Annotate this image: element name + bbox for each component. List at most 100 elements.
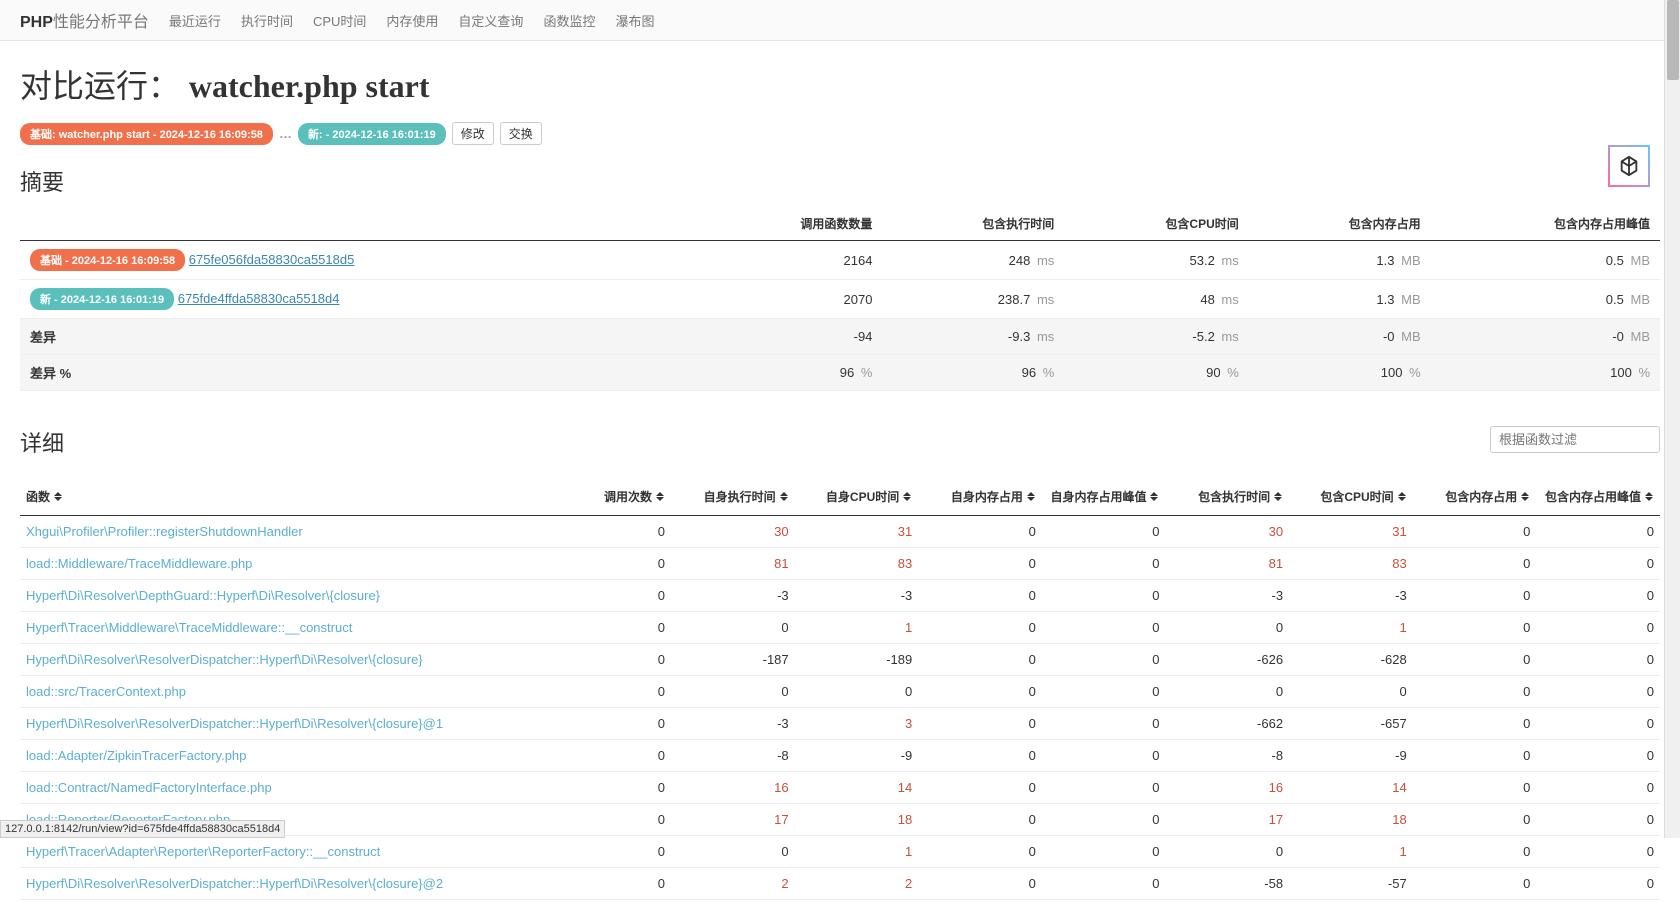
detail-cell: 0: [1413, 548, 1537, 580]
function-cell: Hyperf\Di\Resolver\DepthGuard::Hyperf\Di…: [20, 580, 547, 612]
sort-icon[interactable]: [54, 492, 63, 503]
detail-cell: -189: [795, 644, 919, 676]
detail-cell: 0: [1413, 772, 1537, 804]
nav-item-1[interactable]: 执行时间: [241, 14, 293, 29]
row-label: 差异 %: [20, 355, 701, 391]
detail-col-6[interactable]: 包含执行时间: [1165, 478, 1289, 516]
run-link[interactable]: 675fe056fda58830ca5518d5: [189, 252, 355, 267]
detail-col-3[interactable]: 自身CPU时间: [795, 478, 919, 516]
function-link[interactable]: load::Contract/NamedFactoryInterface.php: [26, 780, 272, 795]
summary-cell: 1.3 MB: [1249, 280, 1431, 319]
detail-cell: 0: [918, 804, 1042, 836]
detail-cell: 0: [1536, 548, 1660, 580]
nav-item-3[interactable]: 内存使用: [386, 14, 438, 29]
function-link[interactable]: Hyperf\Tracer\Middleware\TraceMiddleware…: [26, 620, 352, 635]
summary-col-4: 包含内存占用: [1249, 207, 1431, 241]
app-logo-icon: [1608, 145, 1650, 187]
swap-button[interactable]: 交换: [500, 122, 542, 145]
detail-col-7[interactable]: 包含CPU时间: [1289, 478, 1413, 516]
summary-cell: 53.2 ms: [1064, 241, 1248, 280]
function-link[interactable]: Xhgui\Profiler\Profiler::registerShutdow…: [26, 524, 303, 539]
detail-cell: -57: [1289, 868, 1413, 900]
detail-cell: 0: [1165, 676, 1289, 708]
detail-cell: 0: [1042, 772, 1166, 804]
detail-cell: 0: [1042, 868, 1166, 900]
brand[interactable]: PHP性能分析平台: [20, 8, 149, 32]
detail-col-0[interactable]: 函数: [20, 478, 547, 516]
summary-table: 调用函数数量包含执行时间包含CPU时间包含内存占用包含内存占用峰值 基础 - 2…: [20, 207, 1660, 391]
detail-cell: -628: [1289, 644, 1413, 676]
detail-col-9[interactable]: 包含内存占用峰值: [1536, 478, 1660, 516]
detail-cell: 0: [547, 868, 671, 900]
detail-cell: 0: [1536, 868, 1660, 900]
modify-button[interactable]: 修改: [452, 122, 494, 145]
detail-cell: 0: [547, 644, 671, 676]
sort-icon[interactable]: [656, 492, 665, 503]
sort-icon[interactable]: [903, 492, 912, 503]
detail-cell: -3: [1289, 580, 1413, 612]
function-link[interactable]: Hyperf\Di\Resolver\ResolverDispatcher::H…: [26, 716, 443, 731]
detail-cell: 0: [547, 740, 671, 772]
detail-cell: 0: [1042, 580, 1166, 612]
detail-cell: 2: [671, 868, 795, 900]
sort-icon[interactable]: [1027, 492, 1036, 503]
nav-item-4[interactable]: 自定义查询: [458, 14, 523, 29]
run-link[interactable]: 675fde4ffda58830ca5518d4: [178, 291, 340, 306]
summary-cell: 90 %: [1064, 355, 1248, 391]
detail-cell: -9: [1289, 740, 1413, 772]
detail-cell: 81: [671, 548, 795, 580]
function-link[interactable]: load::Adapter/ZipkinTracerFactory.php: [26, 748, 246, 763]
detail-cell: -187: [671, 644, 795, 676]
function-link[interactable]: Hyperf\Di\Resolver\ResolverDispatcher::H…: [26, 876, 443, 891]
function-link[interactable]: Hyperf\Di\Resolver\DepthGuard::Hyperf\Di…: [26, 588, 380, 603]
nav-item-2[interactable]: CPU时间: [313, 14, 366, 29]
detail-cell: 0: [918, 836, 1042, 868]
summary-cell: 2164: [701, 241, 883, 280]
sort-icon[interactable]: [1274, 492, 1283, 503]
detail-cell: 0: [1042, 804, 1166, 836]
detail-cell: 0: [1042, 740, 1166, 772]
summary-heading: 摘要: [20, 165, 1660, 197]
detail-cell: 0: [547, 548, 671, 580]
row-label: 差异: [20, 319, 701, 355]
detail-col-1[interactable]: 调用次数: [547, 478, 671, 516]
detail-cell: 0: [1536, 772, 1660, 804]
function-cell: load::Contract/NamedFactoryInterface.php: [20, 772, 547, 804]
sort-icon[interactable]: [1645, 492, 1654, 503]
summary-col-0: [20, 207, 701, 241]
detail-cell: 0: [547, 676, 671, 708]
summary-cell: 2070: [701, 280, 883, 319]
nav-item-6[interactable]: 瀑布图: [615, 14, 654, 29]
sort-icon[interactable]: [780, 492, 789, 503]
filter-input[interactable]: [1490, 426, 1660, 453]
function-link[interactable]: load::src/TracerContext.php: [26, 684, 186, 699]
sort-icon[interactable]: [1521, 492, 1530, 503]
detail-cell: 31: [795, 516, 919, 548]
nav-item-5[interactable]: 函数监控: [543, 14, 595, 29]
sort-icon[interactable]: [1150, 492, 1159, 503]
table-row: load::Contract/NamedFactoryInterface.php…: [20, 772, 1660, 804]
detail-col-8[interactable]: 包含内存占用: [1413, 478, 1537, 516]
detail-col-5[interactable]: 自身内存占用峰值: [1042, 478, 1166, 516]
detail-cell: 0: [1536, 740, 1660, 772]
detail-col-2[interactable]: 自身执行时间: [671, 478, 795, 516]
table-row: load::Middleware/TraceMiddleware.php0818…: [20, 548, 1660, 580]
function-link[interactable]: Hyperf\Di\Resolver\ResolverDispatcher::H…: [26, 652, 423, 667]
function-link[interactable]: load::Middleware/TraceMiddleware.php: [26, 556, 252, 571]
sort-icon[interactable]: [1398, 492, 1407, 503]
detail-col-4[interactable]: 自身内存占用: [918, 478, 1042, 516]
detail-cell: 0: [1413, 868, 1537, 900]
scrollbar[interactable]: [1664, 0, 1680, 838]
detail-cell: 0: [918, 548, 1042, 580]
detail-cell: -3: [1165, 580, 1289, 612]
scrollbar-thumb[interactable]: [1667, 0, 1679, 80]
detail-cell: -3: [671, 580, 795, 612]
nav-item-0[interactable]: 最近运行: [169, 14, 221, 29]
detail-cell: 83: [795, 548, 919, 580]
table-row: Hyperf\Di\Resolver\ResolverDispatcher::H…: [20, 644, 1660, 676]
detail-heading: 详细: [20, 426, 64, 458]
detail-cell: 0: [1413, 516, 1537, 548]
function-link[interactable]: Hyperf\Tracer\Adapter\Reporter\ReporterF…: [26, 844, 380, 859]
detail-cell: -657: [1289, 708, 1413, 740]
detail-cell: 1: [1289, 612, 1413, 644]
